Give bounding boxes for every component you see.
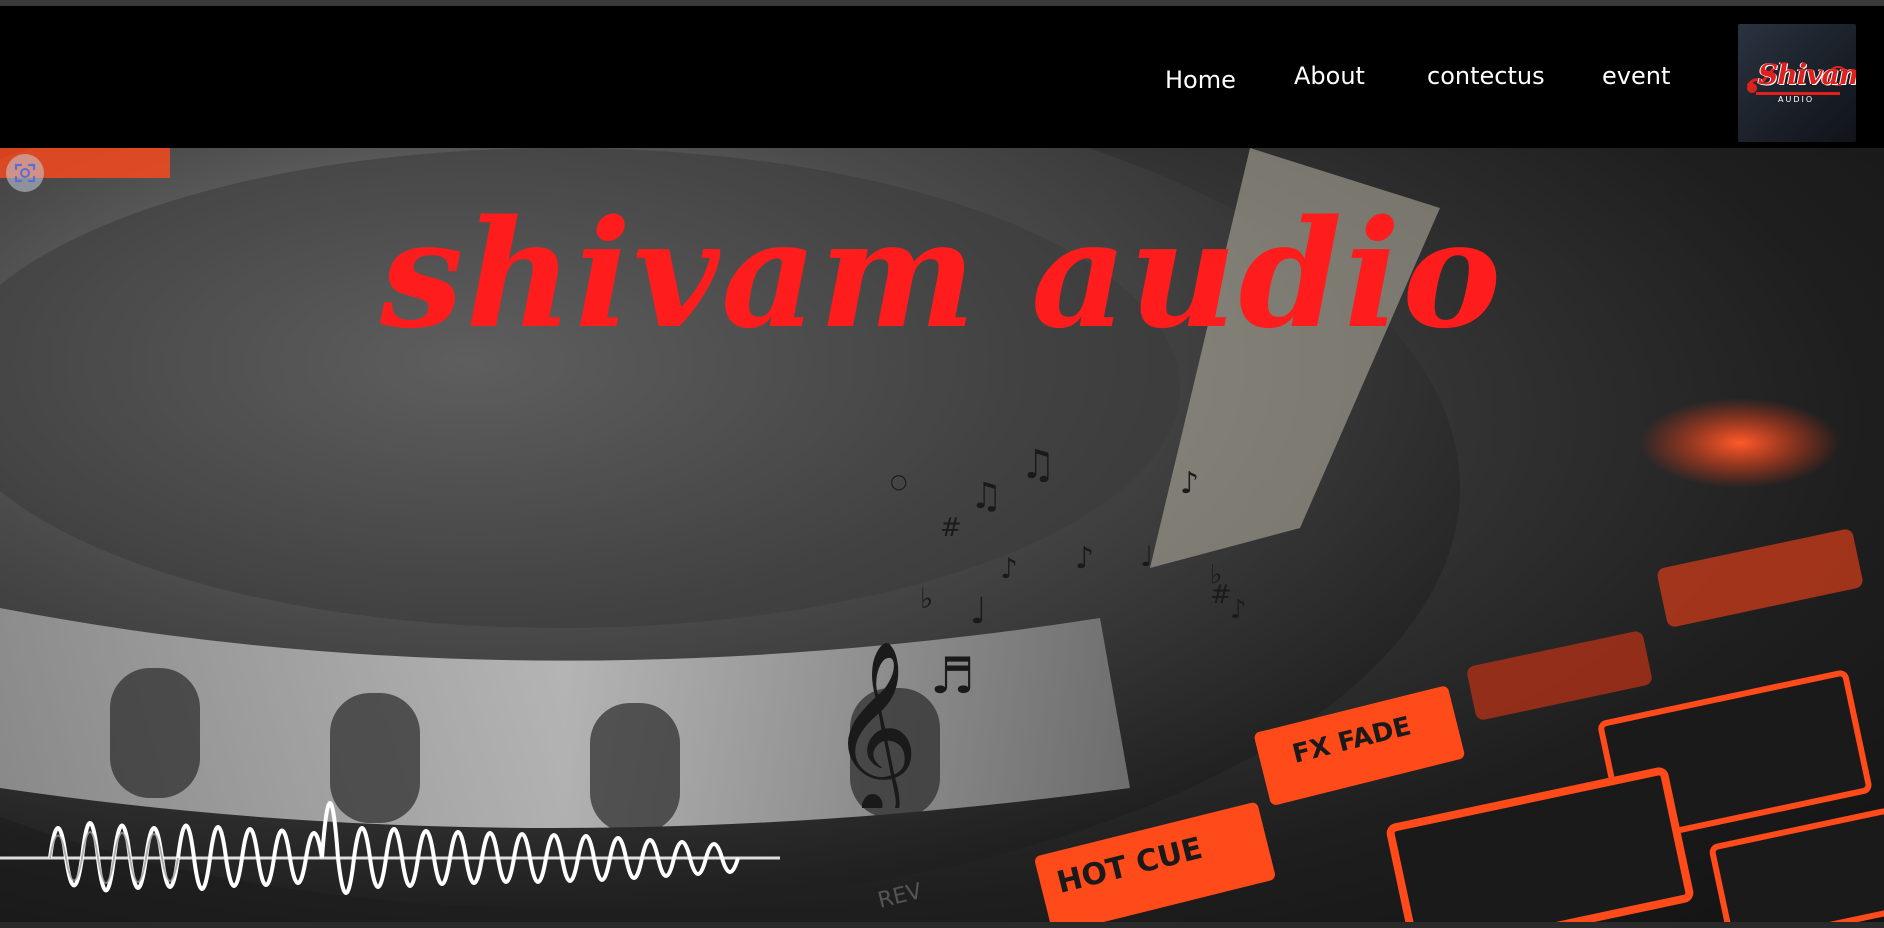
logo-text: Shivam xyxy=(1758,58,1856,91)
svg-text:♬: ♬ xyxy=(930,647,975,705)
nav-event-link[interactable]: event xyxy=(1602,62,1670,90)
nav-about-link[interactable]: About xyxy=(1294,62,1365,90)
svg-text:#: # xyxy=(940,513,962,543)
treble-clef-icon: 𝄞 xyxy=(830,640,919,808)
svg-text:♭: ♭ xyxy=(920,582,933,615)
visual-search-button[interactable] xyxy=(6,154,44,192)
svg-text:𝄞: 𝄞 xyxy=(830,640,919,808)
svg-text:♫: ♫ xyxy=(970,476,1002,517)
bottom-border xyxy=(0,922,1884,928)
navbar: Home About contectus event Shivam AUDIO xyxy=(0,6,1884,148)
svg-text:○: ○ xyxy=(890,469,907,493)
hero-banner: FX FADE HOT CUE REV ♫ ♫ ♪ ♪ ♩ ♬ # ♭ ♪ ♩ … xyxy=(0,148,1884,922)
hero-title: shivam audio xyxy=(380,187,1504,361)
svg-text:#: # xyxy=(1210,580,1232,610)
svg-text:REV: REV xyxy=(875,879,924,914)
scan-icon xyxy=(14,163,36,183)
svg-text:♫: ♫ xyxy=(1020,448,1056,488)
nav-contactus-link[interactable]: contectus xyxy=(1427,62,1545,90)
svg-text:♪: ♪ xyxy=(1000,552,1018,585)
soundwave-icon xyxy=(0,801,780,895)
svg-text:♪: ♪ xyxy=(1075,541,1094,576)
svg-text:♪: ♪ xyxy=(1230,595,1247,625)
logo-subtext: AUDIO xyxy=(1778,95,1815,104)
nav-home-link[interactable]: Home xyxy=(1165,66,1236,94)
svg-text:♩: ♩ xyxy=(970,591,987,632)
svg-text:♪: ♪ xyxy=(1180,466,1199,501)
brand-logo[interactable]: Shivam AUDIO xyxy=(1738,24,1856,142)
svg-text:♩: ♩ xyxy=(1140,540,1153,573)
